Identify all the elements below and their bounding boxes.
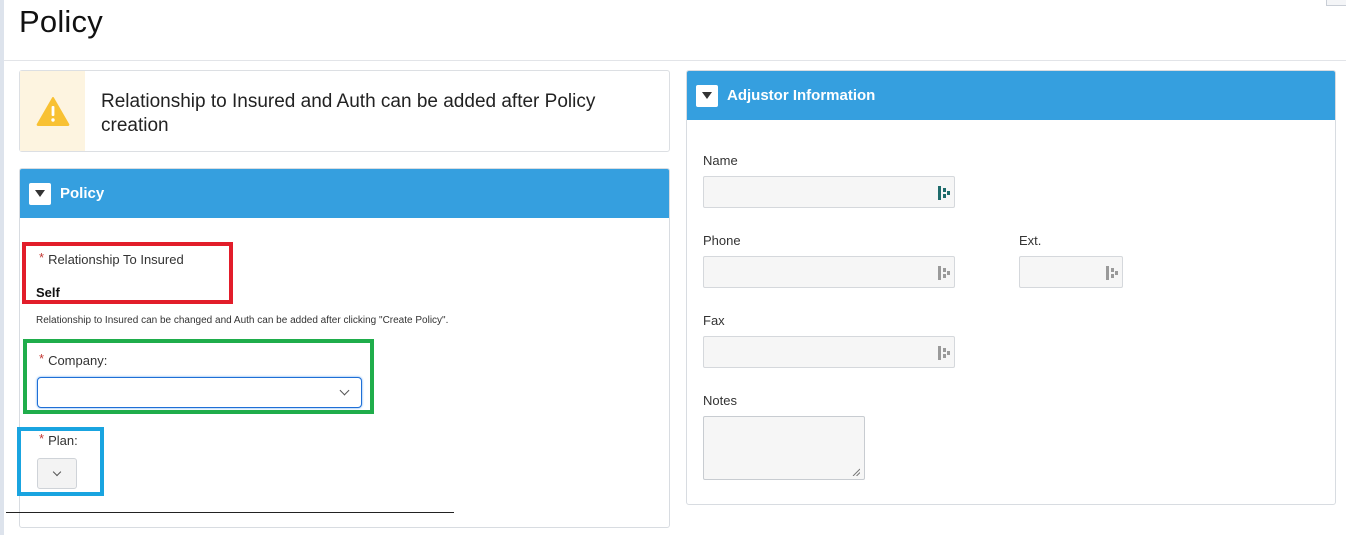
notes-label: Notes xyxy=(703,393,737,408)
adjustor-collapse-toggle[interactable] xyxy=(696,84,718,107)
resize-grip-icon[interactable] xyxy=(852,468,860,476)
plan-label: Plan: xyxy=(48,433,78,448)
ext-label: Ext. xyxy=(1019,233,1042,248)
plan-label-row: * Plan: xyxy=(39,431,78,450)
required-asterisk: * xyxy=(39,351,45,366)
relationship-help-text: Relationship to Insured can be changed a… xyxy=(36,315,449,326)
chevron-down-icon xyxy=(339,385,350,396)
collapse-triangle-icon xyxy=(702,92,712,99)
password-manager-icon[interactable] xyxy=(938,266,950,280)
policy-panel-title: Policy xyxy=(60,185,105,202)
name-input[interactable] xyxy=(703,176,955,208)
collapse-triangle-icon xyxy=(35,190,45,197)
adjustor-panel-title: Adjustor Information xyxy=(727,87,876,104)
plan-select[interactable] xyxy=(37,458,77,489)
password-manager-icon[interactable] xyxy=(938,346,950,360)
warning-icon xyxy=(36,97,69,126)
phone-label: Phone xyxy=(703,233,741,248)
phone-input[interactable] xyxy=(703,256,955,288)
name-label: Name xyxy=(703,153,738,168)
chevron-down-icon xyxy=(52,467,62,477)
relationship-value: Self xyxy=(36,285,60,300)
adjustor-panel-header: Adjustor Information xyxy=(687,71,1335,120)
left-edge-bar xyxy=(0,0,4,535)
warning-notice: Relationship to Insured and Auth can be … xyxy=(19,70,670,152)
fax-label: Fax xyxy=(703,313,725,328)
adjustor-panel: Adjustor Information Name Phone Ext. Fax… xyxy=(686,70,1336,505)
required-asterisk: * xyxy=(39,431,45,446)
password-manager-icon[interactable] xyxy=(1106,266,1118,280)
company-label-row: * Company: xyxy=(39,351,108,370)
required-asterisk: * xyxy=(39,250,45,265)
bottom-divider xyxy=(6,512,454,513)
relationship-label: Relationship To Insured xyxy=(48,252,184,267)
relationship-label-row: * Relationship To Insured xyxy=(39,250,184,269)
company-label: Company: xyxy=(48,353,108,368)
company-select[interactable] xyxy=(37,377,362,408)
policy-panel-header: Policy xyxy=(20,169,669,218)
page-title: Policy xyxy=(19,4,103,39)
title-divider xyxy=(4,60,1346,61)
notice-icon-box xyxy=(20,71,85,151)
fax-input[interactable] xyxy=(703,336,955,368)
notes-textarea[interactable] xyxy=(703,416,865,480)
corner-tab xyxy=(1326,0,1346,6)
ext-input[interactable] xyxy=(1019,256,1123,288)
policy-collapse-toggle[interactable] xyxy=(29,182,51,205)
notice-message: Relationship to Insured and Auth can be … xyxy=(101,91,596,136)
password-manager-icon[interactable] xyxy=(938,186,950,200)
policy-panel: Policy * Relationship To Insured Self Rel… xyxy=(19,168,670,528)
